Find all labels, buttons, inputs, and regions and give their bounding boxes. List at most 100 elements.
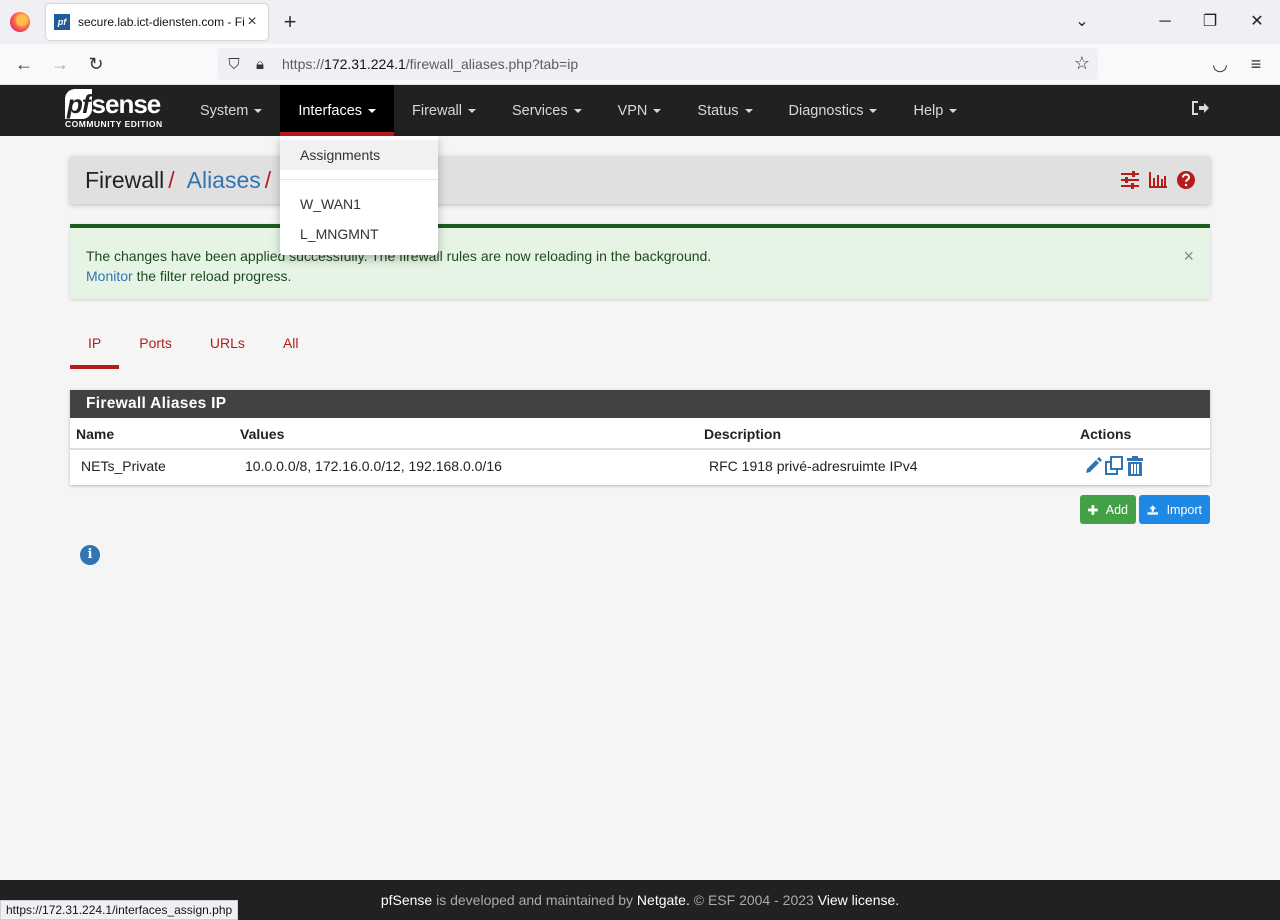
menu-label: Services xyxy=(511,102,568,119)
close-icon[interactable]: × xyxy=(244,13,260,31)
browser-toolbar: ← → ↻ ⛉ 🔒︎ https://172.31.224.1/firewall… xyxy=(0,44,1280,85)
breadcrumb-aliases-link[interactable]: Aliases xyxy=(187,167,261,193)
back-icon[interactable]: ← xyxy=(12,52,36,76)
tab-ip[interactable]: IP xyxy=(70,324,120,369)
caret-down-icon xyxy=(573,108,582,113)
bar-chart-icon[interactable] xyxy=(1148,169,1168,191)
logo-pf: pf xyxy=(65,89,92,119)
caret-down-icon xyxy=(368,108,377,113)
pfsense-logo[interactable]: pfsense COMMUNITY EDITION xyxy=(65,89,163,129)
dropdown-item-mngmnt[interactable]: L_MNGMNT xyxy=(280,219,438,249)
help-icon[interactable] xyxy=(1176,169,1196,191)
url-text[interactable]: https://172.31.224.1/firewall_aliases.ph… xyxy=(282,56,578,72)
success-alert: The changes have been applied successful… xyxy=(70,224,1210,299)
caret-down-icon xyxy=(744,108,753,113)
tab-urls[interactable]: URLs xyxy=(192,324,263,369)
copy-icon[interactable] xyxy=(1105,456,1123,476)
lock-icon[interactable]: 🔒︎ xyxy=(250,56,270,73)
footer-license-link[interactable]: View license. xyxy=(818,892,899,908)
menu-services[interactable]: Services xyxy=(494,85,600,136)
table-header: Name Values Description Actions xyxy=(70,418,1210,450)
bookmark-star-icon[interactable]: ☆ xyxy=(1074,53,1090,74)
sliders-icon[interactable] xyxy=(1120,169,1140,191)
interfaces-dropdown: Assignments W_WAN1 L_MNGMNT xyxy=(280,136,438,255)
caret-down-icon xyxy=(869,108,878,113)
breadcrumb-actions xyxy=(1120,169,1196,191)
menu-status[interactable]: Status xyxy=(679,85,770,136)
browser-tab-strip: pf secure.lab.ict-diensten.com - Fi × + … xyxy=(0,0,1280,44)
menu-label: Firewall xyxy=(412,102,462,119)
breadcrumb-separator: / xyxy=(264,167,272,193)
upload-icon xyxy=(1147,504,1158,515)
dropdown-divider xyxy=(280,179,438,180)
url-host: 172.31.224.1 xyxy=(324,56,406,72)
table-row[interactable]: NETs_Private 10.0.0.0/8, 172.16.0.0/12, … xyxy=(70,450,1210,484)
menu-interfaces[interactable]: Interfaces xyxy=(280,85,395,136)
tab-list-chevron-icon[interactable]: ⌄ xyxy=(1072,10,1092,34)
pfsense-navbar: pfsense COMMUNITY EDITION System Interfa… xyxy=(0,85,1280,136)
column-values[interactable]: Values xyxy=(240,426,284,442)
logo-edition: COMMUNITY EDITION xyxy=(65,119,163,129)
info-icon[interactable]: i xyxy=(80,545,100,565)
footer-company-link[interactable]: Netgate. xyxy=(637,892,690,908)
menu-vpn[interactable]: VPN xyxy=(600,85,680,136)
import-button-label: Import xyxy=(1166,502,1202,517)
breadcrumb: Firewall / Aliases / xyxy=(70,157,1210,204)
minimize-icon[interactable]: ─ xyxy=(1155,10,1175,34)
dropdown-item-wan1[interactable]: W_WAN1 xyxy=(280,189,438,219)
caret-down-icon xyxy=(467,108,476,113)
window-close-icon[interactable]: ✕ xyxy=(1247,10,1267,34)
menu-firewall[interactable]: Firewall xyxy=(394,85,494,136)
dropdown-item-assignments[interactable]: Assignments xyxy=(280,140,438,170)
edit-pencil-icon[interactable] xyxy=(1084,456,1102,476)
alias-tabs: IP Ports URLs All xyxy=(70,324,319,369)
alias-values: 10.0.0.0/8, 172.16.0.0/12, 192.168.0.0/1… xyxy=(245,458,502,474)
footer-brand[interactable]: pfSense xyxy=(381,892,432,908)
menu-help[interactable]: Help xyxy=(895,85,975,136)
trash-icon[interactable] xyxy=(1126,456,1144,476)
add-button[interactable]: Add xyxy=(1080,495,1136,524)
monitor-link[interactable]: Monitor xyxy=(86,268,133,284)
restore-icon[interactable]: ❐ xyxy=(1200,10,1220,34)
logout-icon[interactable] xyxy=(1190,99,1210,122)
page-title: Firewall / Aliases / xyxy=(85,167,275,194)
menu-label: VPN xyxy=(617,102,648,119)
shield-icon[interactable]: ⛉ xyxy=(224,56,244,73)
menu-label: Status xyxy=(697,102,739,119)
column-name[interactable]: Name xyxy=(76,426,114,442)
browser-status-bar: https://172.31.224.1/interfaces_assign.p… xyxy=(0,900,239,920)
menu-label: Help xyxy=(913,102,944,119)
hamburger-menu-icon[interactable]: ≡ xyxy=(1244,52,1268,76)
caret-down-icon xyxy=(949,108,958,113)
tab-ports[interactable]: Ports xyxy=(121,324,190,369)
alert-message-suffix: the filter reload progress. xyxy=(132,268,292,284)
alert-close-button[interactable]: × xyxy=(1183,246,1194,267)
column-description[interactable]: Description xyxy=(704,426,781,442)
footer-copyright: © ESF 2004 - 2023 xyxy=(689,892,818,908)
url-path: /firewall_aliases.php?tab=ip xyxy=(405,56,579,72)
alias-name: NETs_Private xyxy=(81,458,166,474)
firefox-icon[interactable] xyxy=(10,12,30,32)
breadcrumb-separator: / xyxy=(168,167,175,193)
main-menu: System Interfaces Firewall Services VPN … xyxy=(182,85,975,136)
new-tab-button[interactable]: + xyxy=(280,10,300,34)
forward-icon[interactable]: → xyxy=(48,52,72,76)
address-bar[interactable]: ⛉ 🔒︎ https://172.31.224.1/firewall_alias… xyxy=(218,48,1098,80)
menu-diagnostics[interactable]: Diagnostics xyxy=(771,85,896,136)
url-scheme: https:// xyxy=(282,56,325,72)
menu-label: Interfaces xyxy=(298,102,363,119)
caret-down-icon xyxy=(653,108,662,113)
import-button[interactable]: Import xyxy=(1139,495,1210,524)
aliases-table-panel: Firewall Aliases IP Name Values Descript… xyxy=(70,390,1210,485)
reload-icon[interactable]: ↻ xyxy=(84,52,108,76)
pocket-icon[interactable]: ◡ xyxy=(1208,52,1232,76)
alias-description: RFC 1918 privé-adresruimte IPv4 xyxy=(709,458,918,474)
breadcrumb-firewall: Firewall xyxy=(85,167,165,193)
caret-down-icon xyxy=(254,108,263,113)
add-button-label: Add xyxy=(1105,502,1128,517)
table-title: Firewall Aliases IP xyxy=(70,390,1210,418)
browser-tab[interactable]: pf secure.lab.ict-diensten.com - Fi × xyxy=(46,4,268,40)
tab-all[interactable]: All xyxy=(265,324,317,369)
menu-system[interactable]: System xyxy=(182,85,280,136)
column-actions: Actions xyxy=(1080,426,1132,442)
